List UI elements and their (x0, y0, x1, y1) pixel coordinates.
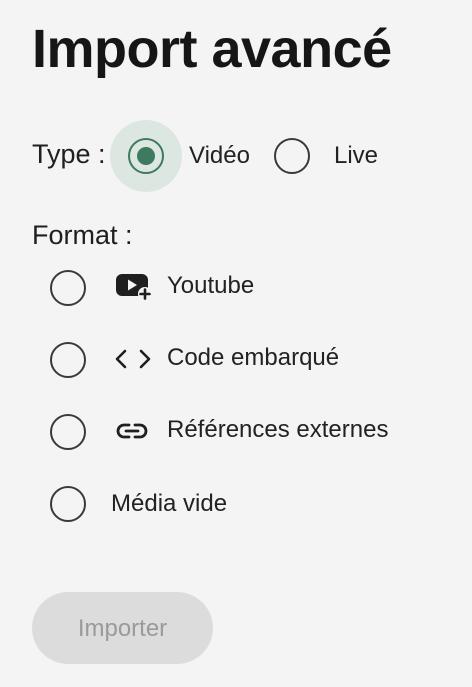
format-radio-youtube[interactable] (50, 270, 86, 306)
format-label: Format : (32, 220, 133, 250)
format-radio-embedded-code[interactable] (50, 342, 86, 378)
import-button[interactable]: Importer (32, 592, 213, 664)
code-icon (114, 344, 151, 374)
type-radio-live[interactable] (274, 138, 310, 174)
format-option-youtube-label[interactable]: Youtube (167, 271, 254, 301)
type-option-live-label[interactable]: Live (334, 141, 378, 171)
advanced-import-panel: Import avancé Type : Vidéo Live Format :… (0, 0, 472, 687)
format-option-empty-media-label[interactable]: Média vide (111, 489, 227, 519)
type-radio-video[interactable] (128, 138, 164, 174)
type-option-video-label[interactable]: Vidéo (189, 141, 250, 171)
format-radio-empty-media[interactable] (50, 486, 86, 522)
format-option-embedded-code-label[interactable]: Code embarqué (167, 343, 339, 373)
page-title: Import avancé (32, 19, 392, 79)
format-option-external-references-label[interactable]: Références externes (167, 415, 388, 445)
type-label: Type : (32, 139, 106, 169)
format-radio-external-references[interactable] (50, 414, 86, 450)
youtube-add-icon (114, 272, 152, 302)
link-icon (114, 416, 150, 446)
